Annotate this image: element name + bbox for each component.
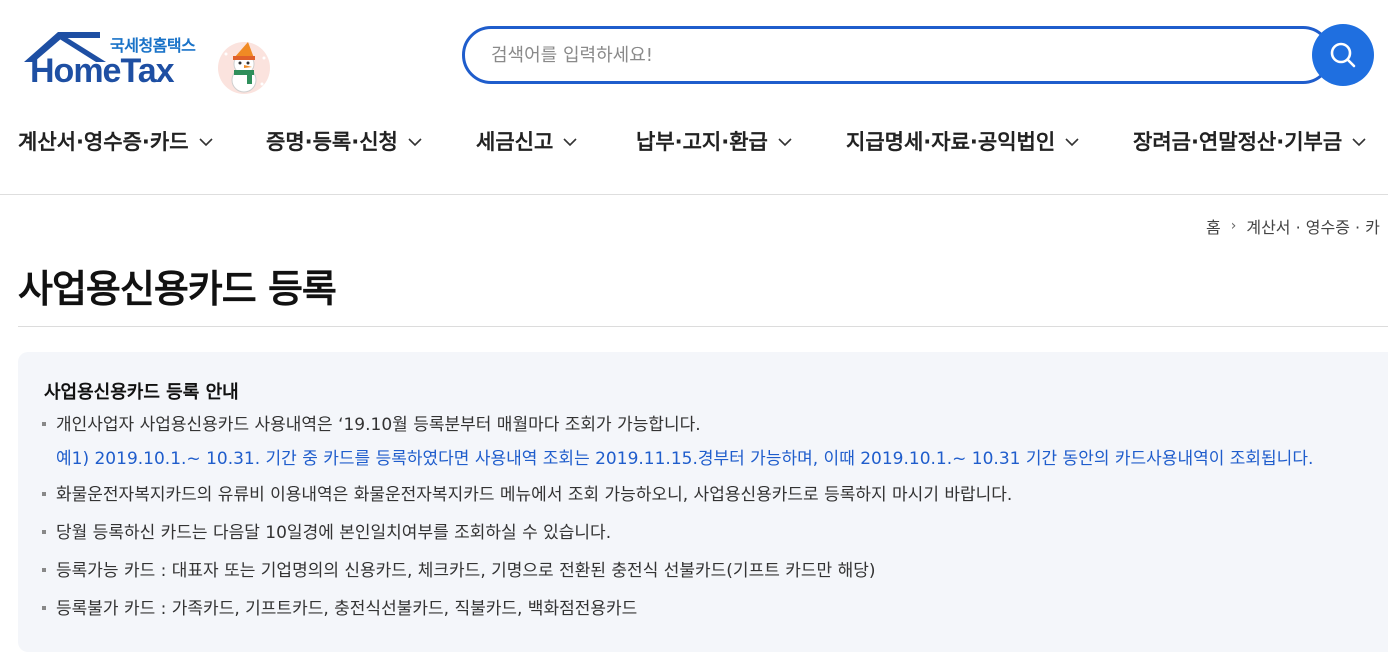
notice-item: 등록가능 카드 : 대표자 또는 기업명의의 신용카드, 체크카드, 기명으로 … [42,558,1012,596]
chevron-down-icon [1352,138,1366,147]
gnb-item-certificate-registration[interactable]: 증명·등록·신청 [266,126,422,156]
notice-example-text: 예1) 2019.10.1.~ 10.31. 기간 중 카드를 등록하였다면 사… [56,449,1314,469]
notice-item: 화물운전자복지카드의 유류비 이용내역은 화물운전자복지카드 메뉴에서 조회 가… [42,482,1012,520]
breadcrumb: 홈 › 계산서 · 영수증 · 카 [1206,214,1380,238]
snowman-mascot-icon [218,42,270,94]
search-input[interactable] [462,26,1332,84]
gnb-item-tax-filing[interactable]: 세금신고 [476,126,577,156]
notice-item: 등록불가 카드 : 가족카드, 기프트카드, 충전식선불카드, 직불카드, 백화… [42,596,1012,634]
nav-divider [0,194,1388,195]
notice-item: 당월 등록하신 카드는 다음달 10일경에 본인일치여부를 조회하실 수 있습니… [42,520,1012,558]
chevron-down-icon [198,138,213,147]
breadcrumb-current[interactable]: 계산서 · 영수증 · 카 [1246,214,1380,238]
notice-box: 사업용신용카드 등록 안내 개인사업자 사업용신용카드 사용내역은 ‘19.10… [18,352,1388,652]
page-title: 사업용신용카드 등록 [18,267,337,311]
gnb-item-invoice-receipt-card[interactable]: 계산서·영수증·카드 [18,126,213,156]
notice-list: 개인사업자 사업용신용카드 사용내역은 ‘19.10월 등록분부터 매월마다 조… [42,412,701,446]
gnb-item-payment-statement[interactable]: 지급명세·자료·공익법인 [846,126,1079,156]
notice-title: 사업용신용카드 등록 안내 [44,382,239,403]
gnb-item-label: 증명·등록·신청 [266,130,398,154]
gnb-item-label: 지급명세·자료·공익법인 [846,130,1056,154]
gnb-item-label: 세금신고 [476,130,554,154]
notice-item: 개인사업자 사업용신용카드 사용내역은 ‘19.10월 등록분부터 매월마다 조… [42,412,701,446]
gnb-item-incentive-yearend[interactable]: 장려금·연말정산·기부금 [1133,126,1366,156]
gnb-item-label: 계산서·영수증·카드 [18,130,189,154]
chevron-down-icon [1065,138,1079,147]
breadcrumb-home[interactable]: 홈 [1206,214,1221,238]
chevron-right-icon: › [1230,218,1237,234]
main-navigation: 계산서·영수증·카드 증명·등록·신청 세금신고 납부·고지·환급 지급명세·자… [18,126,1388,162]
notice-list-rest: 화물운전자복지카드의 유류비 이용내역은 화물운전자복지카드 메뉴에서 조회 가… [42,482,1012,634]
chevron-down-icon [408,138,422,147]
search-button[interactable] [1312,24,1374,86]
chevron-down-icon [563,138,577,147]
logo-wordmark: HomeTax [30,52,175,90]
gnb-item-label: 장려금·연말정산·기부금 [1133,130,1343,154]
search-bar [462,24,1374,88]
gnb-item-payment-notice-refund[interactable]: 납부·고지·환급 [636,126,792,156]
title-divider [18,326,1388,327]
chevron-down-icon [778,138,792,147]
hometax-logo[interactable]: 국세청홈택스 HomeTax [18,28,278,98]
gnb-item-label: 납부·고지·환급 [636,130,768,154]
search-icon [1330,42,1356,68]
